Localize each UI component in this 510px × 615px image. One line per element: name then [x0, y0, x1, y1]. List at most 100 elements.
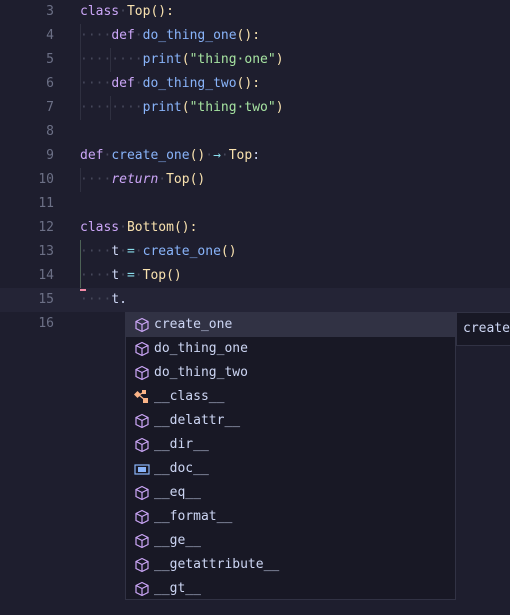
code-token: print: [142, 52, 182, 67]
error-squiggle: [80, 286, 86, 291]
method-cube-icon: [132, 313, 152, 337]
code-token: class: [80, 4, 120, 19]
line-code: ····t.: [80, 288, 127, 312]
code-token: ·: [119, 220, 127, 235]
line-code: ····return·Top(): [80, 168, 205, 192]
suggestion-label: __dir__: [154, 437, 209, 452]
suggestion-label: __getattribute__: [154, 557, 280, 572]
line-code: ····t·=·create_one(): [80, 240, 237, 264]
code-line[interactable]: 11: [0, 192, 510, 216]
code-line[interactable]: 10 ····return·Top(): [0, 168, 510, 192]
code-token: ····: [80, 292, 112, 307]
code-token: ·: [134, 28, 143, 43]
suggestion-item[interactable]: __class__: [126, 385, 455, 409]
suggestion-label: __class__: [154, 389, 225, 404]
suggestion-item[interactable]: __format__: [126, 505, 455, 529]
suggestion-item[interactable]: do_thing_two: [126, 361, 455, 385]
suggestion-item[interactable]: __doc__: [126, 457, 455, 481]
code-token: (: [181, 52, 190, 67]
code-token: (: [181, 100, 190, 115]
code-token: :: [252, 148, 261, 163]
code-token: ····: [80, 76, 112, 91]
autocomplete-suggestion-list[interactable]: create_one do_thing_one do_thing_two __clas…: [125, 312, 456, 600]
suggestion-label: __format__: [154, 509, 233, 524]
code-line[interactable]: 13 ····t·=·create_one(): [0, 240, 510, 264]
line-number: 15: [38, 292, 54, 307]
code-line[interactable]: 6 ····def·do_thing_two():: [0, 72, 510, 96]
suggestion-item[interactable]: __delattr__: [126, 409, 455, 433]
code-line[interactable]: 12 class·Bottom():: [0, 216, 510, 240]
method-cube-icon: [132, 577, 152, 601]
code-token: class: [80, 220, 120, 235]
code-token: =: [126, 268, 135, 283]
code-token: ····: [80, 172, 112, 187]
code-line[interactable]: 9 def·create_one()·→·Top:: [0, 144, 510, 168]
code-token: ():: [236, 28, 261, 43]
suggestion-label: do_thing_two: [154, 365, 248, 380]
code-token: ·: [119, 4, 127, 19]
suggestion-item[interactable]: __ge__: [126, 529, 455, 553]
class-icon: [132, 385, 152, 409]
code-token: ·: [220, 148, 229, 163]
line-code: ········print("thing·one"): [80, 48, 284, 72]
suggestion-item[interactable]: __dir__: [126, 433, 455, 457]
code-token: do_thing_one: [142, 28, 237, 43]
line-number: 13: [38, 244, 54, 259]
code-line[interactable]: 3 class·Top():: [0, 0, 510, 24]
code-token: ·: [134, 244, 143, 259]
code-token: ····: [80, 268, 112, 283]
code-token: ·: [134, 76, 143, 91]
code-line[interactable]: 8: [0, 120, 510, 144]
code-token: t: [111, 244, 120, 259]
line-code: ····t·=·Top(): [80, 264, 182, 288]
suggestion-item[interactable]: __gt__: [126, 577, 455, 601]
code-token: ): [275, 100, 284, 115]
code-token: (): [189, 172, 206, 187]
code-token: ····: [80, 244, 112, 259]
line-number: 8: [46, 124, 54, 139]
code-token: ():: [173, 220, 198, 235]
code-token: create_one: [142, 244, 221, 259]
method-cube-icon: [132, 505, 152, 529]
line-code: class·Top():: [80, 0, 174, 24]
code-token: print: [142, 100, 182, 115]
suggestion-label: __eq__: [154, 485, 201, 500]
variable-icon: [132, 457, 152, 481]
code-token: "thing·one": [189, 52, 276, 67]
suggestion-item[interactable]: do_thing_one: [126, 337, 455, 361]
code-token: (): [166, 268, 182, 283]
line-number: 3: [46, 4, 54, 19]
suggestion-detail-panel: create_one: [456, 312, 510, 346]
method-cube-icon: [132, 433, 152, 457]
suggestion-item[interactable]: __eq__: [126, 481, 455, 505]
code-line[interactable]: 7 ········print("thing·two"): [0, 96, 510, 120]
code-token: do_thing_two: [142, 76, 237, 91]
code-token: ·: [158, 172, 167, 187]
code-token: =: [126, 244, 135, 259]
code-token: →: [213, 148, 221, 163]
suggestion-item[interactable]: __getattribute__: [126, 553, 455, 577]
line-number: 10: [38, 172, 54, 187]
line-code: ····def·do_thing_two():: [80, 72, 260, 96]
code-token: ():: [150, 4, 174, 19]
suggestion-label: __ge__: [154, 533, 201, 548]
suggestion-item[interactable]: create_one: [126, 313, 455, 337]
code-token: return: [111, 172, 159, 187]
suggestion-label: __gt__: [154, 581, 201, 596]
code-token: ·: [119, 244, 127, 259]
code-line[interactable]: 15 ····t.: [0, 288, 510, 312]
code-token: t.: [111, 292, 127, 307]
code-token: (): [189, 148, 206, 163]
code-token: Top: [166, 172, 190, 187]
suggestion-label: do_thing_one: [154, 341, 248, 356]
code-token: "thing·two": [189, 100, 276, 115]
code-line[interactable]: 14 ····t·=·Top(): [0, 264, 510, 288]
code-token: Top: [142, 268, 167, 283]
code-line[interactable]: 5 ········print("thing·one"): [0, 48, 510, 72]
code-line[interactable]: 4 ····def·do_thing_one():: [0, 24, 510, 48]
line-number: 11: [38, 196, 54, 211]
line-number: 5: [46, 52, 54, 67]
code-token: create_one: [111, 148, 190, 163]
method-cube-icon: [132, 529, 152, 553]
method-cube-icon: [132, 337, 152, 361]
